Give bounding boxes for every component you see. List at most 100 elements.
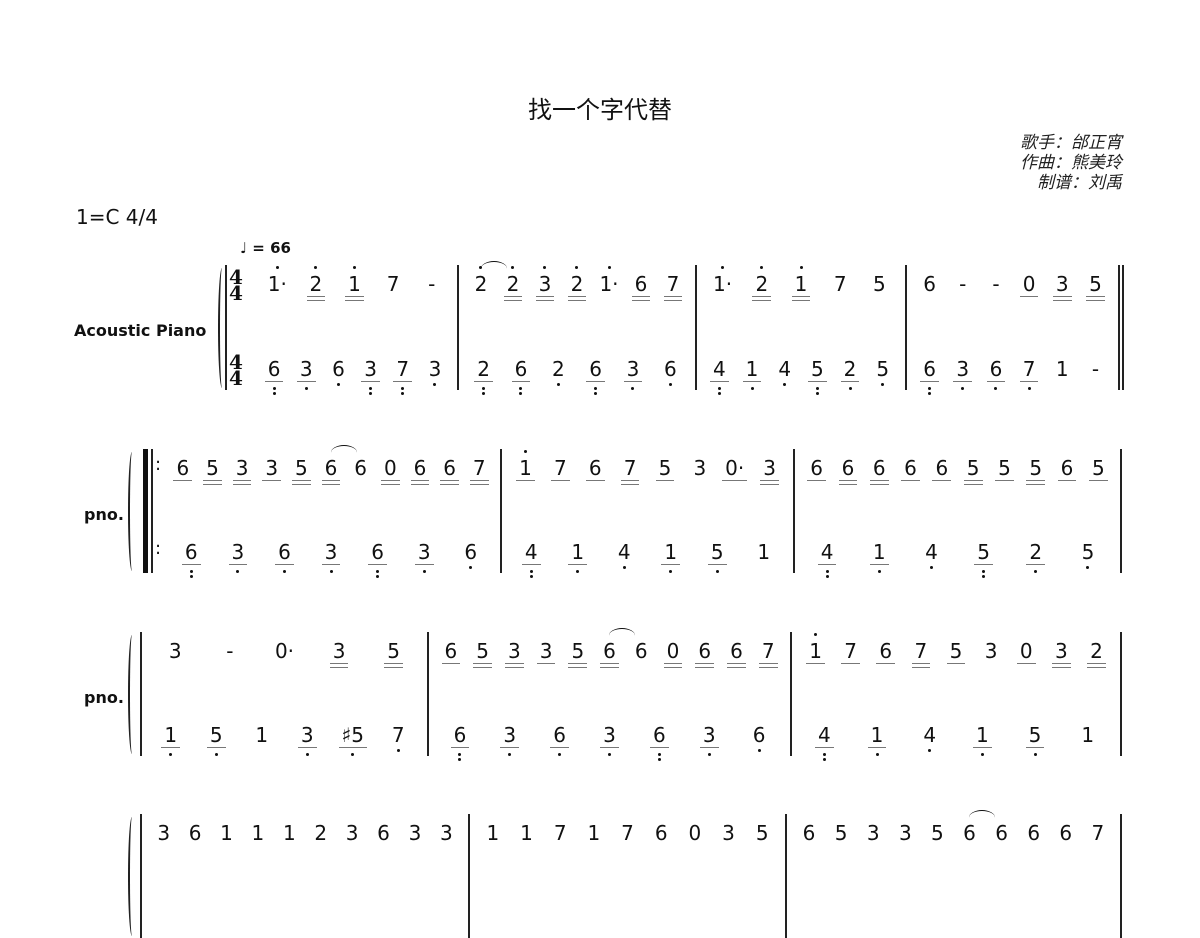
note: 3 [974, 640, 1009, 662]
note: 5 [921, 822, 953, 844]
underline-beam [380, 480, 400, 482]
note-digit: 6 [441, 640, 461, 665]
upper-staff-row: 65335660667 [435, 628, 784, 680]
lower-staff-row: 414525 [703, 358, 899, 398]
underline-beam [695, 663, 715, 665]
barline [1120, 632, 1122, 756]
low-octave-dot [305, 752, 309, 756]
underline-beam [292, 483, 311, 485]
note-digit: 3 [600, 724, 619, 756]
note: 6 [594, 628, 636, 668]
note-digit: 4 [817, 541, 837, 578]
note-digit: 6 [876, 640, 896, 665]
underline-beam [329, 666, 349, 668]
note: 5 [194, 724, 240, 756]
key-signature: 1=C 4/4 [76, 205, 158, 229]
underline-beam [867, 747, 887, 749]
note-digit: 5 [384, 640, 404, 668]
low-octave-dot [783, 383, 787, 386]
note-digit: 1 [345, 266, 364, 301]
time-signature-bottom: 4 [229, 366, 243, 390]
underline-beam [1086, 296, 1105, 298]
note: 6 [953, 810, 996, 844]
note-digit: 4 [923, 724, 936, 752]
note-digit: 0· [274, 639, 295, 663]
low-octave-dot [928, 749, 932, 752]
note: 7 [613, 457, 648, 485]
barline [427, 632, 429, 756]
low-octave-dot [657, 752, 661, 756]
low-octave-dot [822, 752, 826, 756]
underline-beam [504, 663, 524, 665]
underline-beam [297, 747, 317, 749]
note: 2 [1079, 640, 1114, 668]
note-digit: 5 [1082, 541, 1094, 569]
note: 0 [657, 640, 689, 668]
underline-beam [173, 480, 193, 482]
upper-staff-row: 3611123633 [148, 822, 462, 862]
note: 6 [578, 457, 613, 482]
underline-beam [650, 747, 669, 749]
note-digit: 6 [188, 821, 202, 845]
underline-beam [345, 299, 364, 301]
underline-beam [600, 747, 619, 749]
low-octave-dot [657, 757, 661, 761]
note: 5 [801, 358, 834, 395]
underline-beam [620, 483, 640, 485]
note-digit: 4 [814, 724, 834, 761]
note-digit: 3 [157, 821, 171, 845]
note-digit: 4 [778, 358, 791, 386]
underline-beam [911, 663, 931, 665]
underline-beam [1026, 564, 1046, 566]
note-digit: 6 [963, 810, 996, 844]
underline-beam [663, 296, 683, 298]
note: 4 [601, 541, 648, 569]
note-digit: 6 [1057, 457, 1077, 482]
underline-beam [504, 666, 524, 668]
lower-staff-row: 1 5 1 3 ♯5 7 [148, 724, 421, 764]
underline-beam [306, 296, 326, 298]
note: 1· [258, 266, 297, 295]
note: - [412, 273, 451, 295]
note-digit: 1 [587, 821, 601, 845]
note: - [203, 640, 258, 662]
underline-beam [758, 666, 778, 668]
underline-beam [953, 381, 973, 383]
note-digit: 3 [504, 640, 524, 668]
underline-beam [655, 480, 675, 482]
underline-beam [631, 299, 651, 301]
note: 3 [215, 541, 262, 573]
lower-staff-row: 262636 [465, 358, 689, 398]
note-digit: 4 [521, 541, 541, 578]
high-octave-dot [575, 266, 579, 269]
underline-beam [661, 564, 681, 566]
underline-beam [321, 564, 341, 566]
note: 3 [355, 358, 387, 395]
note-digit: 1 [1055, 357, 1069, 381]
note-digit: 3 [296, 358, 316, 390]
note: 6 [405, 457, 435, 485]
note: 3 [257, 457, 287, 482]
note: 5 [562, 640, 594, 668]
underline-beam [232, 480, 252, 482]
note-digit: 6 [932, 457, 952, 482]
note: 6 [734, 724, 784, 752]
underline-beam [161, 747, 181, 749]
low-octave-dot [750, 386, 754, 390]
note: 2 [1010, 541, 1062, 573]
note-digit: 1 [661, 541, 681, 573]
note-digit: 1· [599, 266, 619, 295]
note-digit: - [992, 272, 1000, 296]
underline-beam [292, 480, 311, 482]
barline [1120, 449, 1122, 573]
underline-beam [631, 296, 651, 298]
note-digit: 3 [329, 640, 349, 668]
note-digit: - [226, 639, 234, 663]
note-digit: 3 [414, 541, 434, 573]
note-digit: 1 [869, 541, 889, 573]
note: 1 [508, 450, 543, 482]
note-digit: 6 [802, 821, 816, 845]
note: 6 [435, 640, 467, 665]
upper-staff-row: 176753032 [798, 633, 1114, 680]
note: 6 [535, 724, 585, 756]
